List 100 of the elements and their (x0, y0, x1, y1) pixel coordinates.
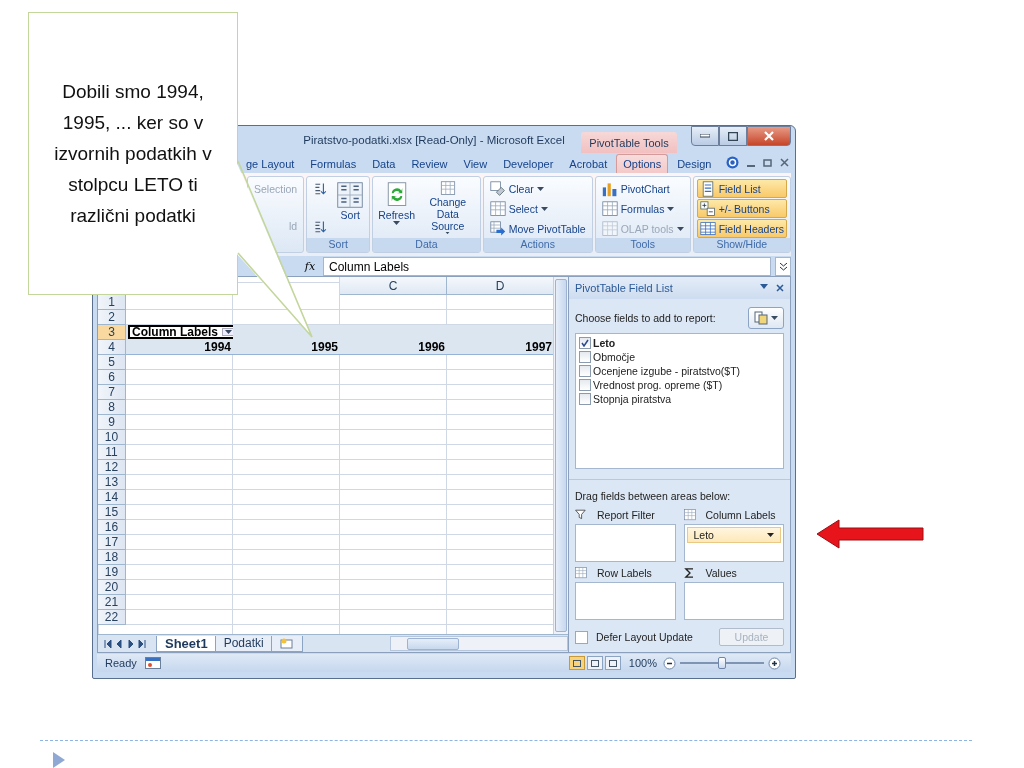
row-number[interactable]: 7 (98, 385, 126, 400)
expand-icon[interactable] (775, 257, 791, 276)
context-tab-header: PivotTable Tools (581, 132, 677, 153)
ribbon-button[interactable]: Field List (696, 179, 787, 198)
row-number[interactable]: 4 (98, 340, 126, 355)
caret-icon (540, 206, 548, 211)
ribbon-tab[interactable]: Review (404, 154, 455, 173)
row-number[interactable]: 6 (98, 370, 126, 385)
row-number[interactable]: 15 (98, 505, 126, 520)
checkbox[interactable] (579, 379, 591, 391)
caret-icon (536, 186, 544, 191)
row-number[interactable]: 20 (98, 580, 126, 595)
row-number[interactable]: 5 (98, 355, 126, 370)
table-icon (699, 220, 716, 237)
view-button[interactable] (586, 656, 603, 670)
ribbon-button[interactable]: Field Headers (696, 219, 787, 238)
row-number[interactable]: 9 (98, 415, 126, 430)
field-label[interactable]: Območje (593, 351, 635, 363)
close-icon[interactable] (780, 158, 790, 167)
ribbon-button[interactable]: Refresh (376, 179, 417, 236)
ribbon-button[interactable]: Select (486, 199, 589, 218)
row-number[interactable]: 22 (98, 610, 126, 625)
row-number[interactable]: 17 (98, 535, 126, 550)
row-number[interactable]: 18 (98, 550, 126, 565)
caret-icon[interactable] (767, 533, 774, 537)
eraser-icon (489, 180, 506, 197)
new-sheet-icon[interactable] (270, 635, 303, 652)
caret-icon (771, 316, 778, 320)
table-cell: 1995 (233, 340, 340, 355)
ribbon-tab[interactable]: ge Layout (239, 154, 302, 173)
area-label: Values (705, 567, 737, 579)
zoom-in-icon[interactable] (768, 656, 781, 670)
close-icon[interactable] (776, 284, 784, 292)
ribbon-tab[interactable]: Developer (496, 154, 561, 173)
row-number[interactable]: 21 (98, 595, 126, 610)
layout-button[interactable] (748, 307, 784, 329)
ribbon-button[interactable]: +/- Buttons (696, 199, 787, 218)
row-number[interactable]: 11 (98, 445, 126, 460)
view-button[interactable] (568, 656, 585, 670)
ribbon-button[interactable]: Change Data Source (418, 179, 477, 236)
close-button[interactable] (747, 126, 791, 146)
row-number[interactable]: 1 (98, 295, 126, 310)
row-number[interactable]: 14 (98, 490, 126, 505)
checkbox[interactable] (579, 365, 591, 377)
field-label[interactable]: Stopnja piratstva (593, 393, 672, 405)
row-number[interactable]: 19 (98, 565, 126, 580)
window-title: Piratstvo-podatki.xlsx [Read-Only] - Microsoft Excel (302, 133, 566, 146)
column-header[interactable]: D (447, 277, 554, 295)
area-label: Report Filter (597, 509, 655, 521)
vertical-scrollbar[interactable] (553, 277, 568, 634)
group-label: Show/Hide (693, 238, 790, 252)
help-icon[interactable] (726, 156, 740, 169)
caret-icon (393, 221, 401, 225)
checkbox[interactable] (579, 337, 591, 349)
ribbon-tab[interactable]: Options (616, 154, 669, 173)
column-header[interactable]: C (340, 277, 447, 295)
ribbon-button[interactable]: Move PivotTable (486, 219, 589, 238)
ribbon-button[interactable]: Clear (486, 179, 589, 198)
maximize-button[interactable] (719, 126, 747, 146)
ribbon-button[interactable]: Sort (334, 179, 367, 236)
macro-icon[interactable] (144, 657, 161, 669)
row-number[interactable]: 16 (98, 520, 126, 535)
checkbox[interactable] (579, 351, 591, 363)
row-number[interactable]: 3 (98, 325, 126, 340)
zoom-level: 100% (628, 657, 657, 669)
checkbox[interactable] (579, 393, 591, 405)
function-label[interactable]: fx (301, 260, 319, 273)
zoom-out-icon[interactable] (663, 656, 676, 670)
bullet-icon (53, 752, 65, 768)
row-number[interactable]: 8 (98, 400, 126, 415)
row-number[interactable]: 10 (98, 430, 126, 445)
sheet-tab[interactable]: Podatki (214, 635, 273, 652)
row-number[interactable]: 12 (98, 460, 126, 475)
field-label[interactable]: Leto (593, 337, 616, 349)
ribbon-tab[interactable]: Data (365, 154, 403, 173)
dropdown-icon[interactable] (760, 284, 768, 289)
formula-field[interactable]: Column Labels (323, 257, 771, 276)
zoom-slider-thumb[interactable] (718, 657, 726, 669)
horizontal-scrollbar[interactable] (390, 636, 568, 651)
view-button[interactable] (604, 656, 621, 670)
checkbox-label[interactable]: Defer Layout Update (596, 631, 693, 643)
checkbox[interactable] (575, 630, 588, 644)
maximize-icon (728, 131, 738, 141)
drop-area[interactable]: Leto (683, 524, 784, 562)
ribbon-tab[interactable]: Design (670, 154, 719, 173)
ribbon-tab[interactable]: View (456, 154, 495, 173)
ribbon-button[interactable]: PivotChart (598, 179, 687, 198)
group-label: Sort (307, 238, 370, 252)
field-label[interactable]: Vrednost prog. opreme ($T) (593, 379, 723, 391)
area-field-chip[interactable]: Leto (686, 527, 781, 543)
ribbon-tab[interactable]: Formulas (303, 154, 364, 173)
close-icon (764, 131, 774, 141)
field-label[interactable]: Ocenjene izgube - piratstvo($T) (593, 365, 741, 377)
ribbon-button[interactable]: Formulas (598, 199, 687, 218)
caret-icon (444, 231, 452, 234)
sheet-tab[interactable]: Sheet1 (156, 635, 217, 652)
restore-icon[interactable] (763, 158, 773, 167)
ribbon-tab[interactable]: Acrobat (562, 154, 615, 173)
row-number[interactable]: 2 (98, 310, 126, 325)
row-number[interactable]: 13 (98, 475, 126, 490)
